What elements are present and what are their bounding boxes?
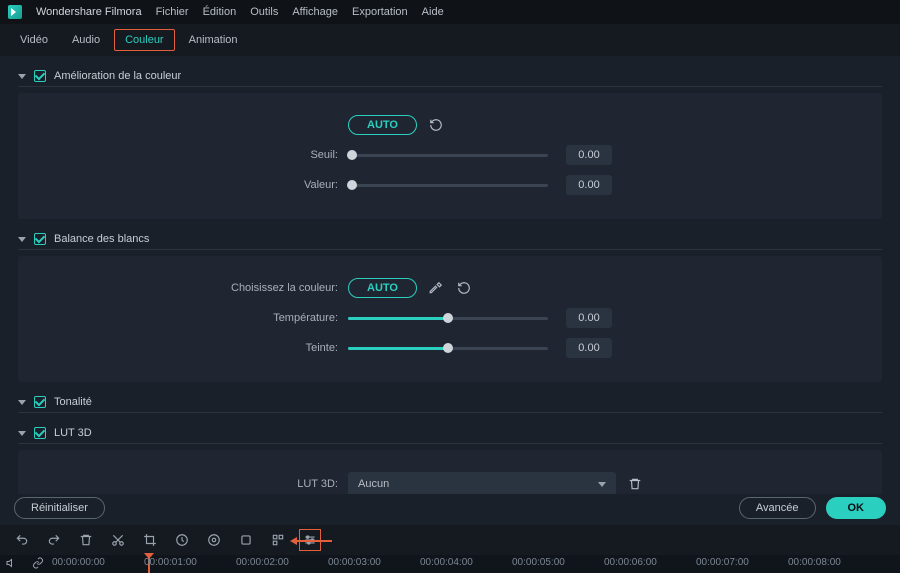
reset-icon[interactable] (455, 279, 473, 297)
advanced-button[interactable]: Avancée (739, 497, 816, 519)
ok-button[interactable]: OK (826, 497, 887, 519)
timeline-ticks[interactable]: 00:00:00:00 00:00:01:00 00:00:02:00 00:0… (52, 555, 900, 573)
section-body-color-enhance: AUTO Seuil: 0.00 Valeur: 0.00 (18, 93, 882, 219)
menu-tools[interactable]: Outils (250, 6, 278, 18)
trash-icon[interactable] (78, 532, 94, 548)
menu-edit[interactable]: Édition (203, 6, 237, 18)
eyedropper-icon[interactable] (427, 279, 445, 297)
cut-icon[interactable] (110, 532, 126, 548)
checkbox-white-balance[interactable] (34, 233, 46, 245)
section-white-balance: Balance des blancs Choisissez la couleur… (18, 229, 882, 382)
undo-icon[interactable] (14, 532, 30, 548)
checkbox-lut3d[interactable] (34, 427, 46, 439)
tick: 00:00:04:00 (420, 557, 473, 568)
panel-footer: Réinitialiser Avancée OK (0, 491, 900, 525)
tab-video[interactable]: Vidéo (10, 30, 58, 50)
section-title: Balance des blancs (54, 233, 149, 245)
section-body-lut3d: LUT 3D: Aucun (18, 450, 882, 494)
color-panel: Amélioration de la couleur AUTO Seuil: 0… (0, 56, 900, 494)
value-label: Valeur: (18, 179, 348, 191)
lut3d-value: Aucun (358, 478, 389, 490)
timeline-ruler[interactable]: 00:00:00:00 00:00:01:00 00:00:02:00 00:0… (0, 555, 900, 573)
disclose-icon[interactable] (18, 74, 26, 79)
timeline-toolbar (0, 525, 900, 555)
crop-icon[interactable] (142, 532, 158, 548)
tick: 00:00:00:00 (52, 557, 105, 568)
section-title: LUT 3D (54, 427, 92, 439)
app-logo-icon (8, 5, 22, 19)
section-color-enhance: Amélioration de la couleur AUTO Seuil: 0… (18, 66, 882, 219)
menu-file[interactable]: Fichier (156, 6, 189, 18)
reset-icon[interactable] (427, 116, 445, 134)
threshold-label: Seuil: (18, 149, 348, 161)
tick: 00:00:01:00 (144, 557, 197, 568)
property-tabbar: Vidéo Audio Couleur Animation (0, 24, 900, 56)
app-title: Wondershare Filmora (36, 6, 142, 18)
voiceover-icon[interactable] (206, 532, 222, 548)
section-header-tone[interactable]: Tonalité (18, 392, 882, 413)
tick: 00:00:06:00 (604, 557, 657, 568)
tint-label: Teinte: (18, 342, 348, 354)
value-value[interactable]: 0.00 (566, 175, 612, 195)
chevron-down-icon (598, 482, 606, 487)
threshold-value[interactable]: 0.00 (566, 145, 612, 165)
link-icon[interactable] (32, 557, 46, 571)
mute-icon[interactable] (6, 557, 20, 571)
disclose-icon[interactable] (18, 431, 26, 436)
section-lut3d: LUT 3D LUT 3D: Aucun (18, 423, 882, 494)
tint-value[interactable]: 0.00 (566, 338, 612, 358)
section-header-lut3d[interactable]: LUT 3D (18, 423, 882, 444)
menu-export[interactable]: Exportation (352, 6, 408, 18)
tick: 00:00:02:00 (236, 557, 289, 568)
menu-view[interactable]: Affichage (292, 6, 338, 18)
threshold-slider[interactable] (348, 154, 548, 157)
auto-button[interactable]: AUTO (348, 115, 417, 135)
tab-color[interactable]: Couleur (114, 29, 175, 51)
disclose-icon[interactable] (18, 237, 26, 242)
section-title: Amélioration de la couleur (54, 70, 181, 82)
speed-icon[interactable] (174, 532, 190, 548)
menubar: Wondershare Filmora Fichier Édition Outi… (0, 0, 900, 24)
checkbox-tone[interactable] (34, 396, 46, 408)
tab-animation[interactable]: Animation (179, 30, 248, 50)
auto-button[interactable]: AUTO (348, 278, 417, 298)
tint-slider[interactable] (348, 347, 548, 350)
section-title: Tonalité (54, 396, 92, 408)
choose-color-label: Choisissez la couleur: (18, 282, 348, 294)
temperature-label: Température: (18, 312, 348, 324)
tab-audio[interactable]: Audio (62, 30, 110, 50)
callout-arrow-icon (296, 540, 332, 542)
section-body-white-balance: Choisissez la couleur: AUTO Température:… (18, 256, 882, 382)
redo-icon[interactable] (46, 532, 62, 548)
lut3d-label: LUT 3D: (18, 478, 348, 490)
keyframe-icon[interactable] (270, 532, 286, 548)
section-tone: Tonalité (18, 392, 882, 413)
disclose-icon[interactable] (18, 400, 26, 405)
marker-icon[interactable] (238, 532, 254, 548)
menu-help[interactable]: Aide (422, 6, 444, 18)
reset-button[interactable]: Réinitialiser (14, 497, 105, 519)
temperature-value[interactable]: 0.00 (566, 308, 612, 328)
value-slider[interactable] (348, 184, 548, 187)
tick: 00:00:05:00 (512, 557, 565, 568)
tick: 00:00:03:00 (328, 557, 381, 568)
tick: 00:00:07:00 (696, 557, 749, 568)
temperature-slider[interactable] (348, 317, 548, 320)
tick: 00:00:08:00 (788, 557, 841, 568)
section-header-white-balance[interactable]: Balance des blancs (18, 229, 882, 250)
section-header-color-enhance[interactable]: Amélioration de la couleur (18, 66, 882, 87)
checkbox-color-enhance[interactable] (34, 70, 46, 82)
